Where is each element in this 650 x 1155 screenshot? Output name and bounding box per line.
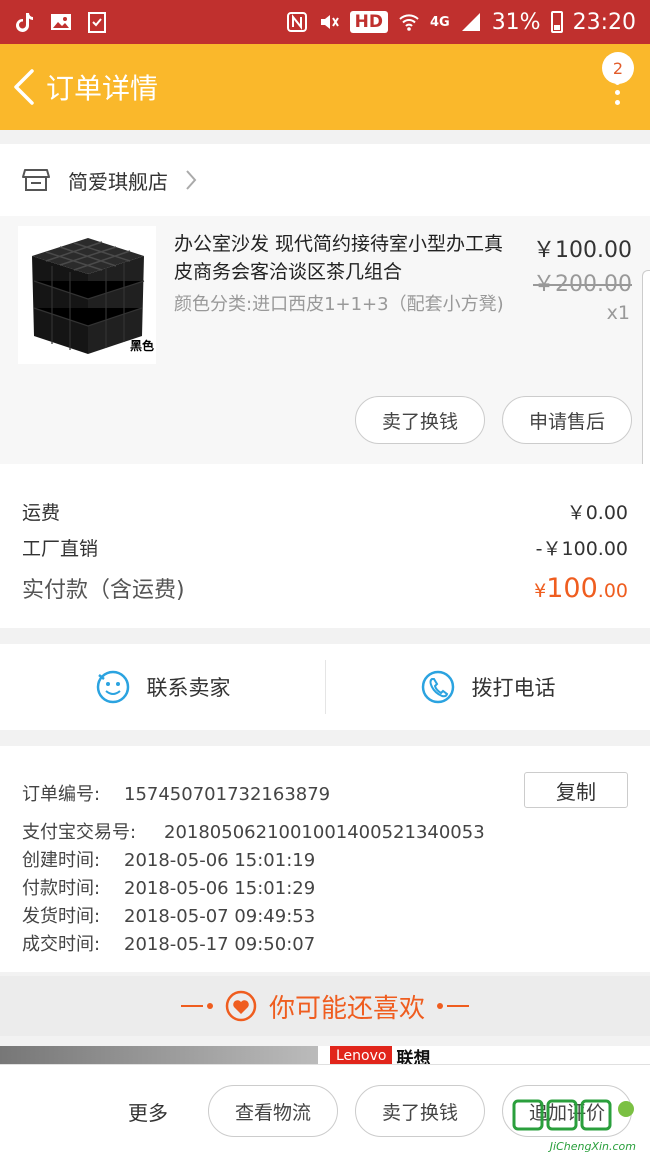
nfc-icon — [286, 12, 307, 32]
more-actions-link[interactable]: 更多 — [128, 1097, 168, 1126]
currency-symbol: ¥ — [534, 580, 547, 602]
alipay-number-row: 支付宝交易号: 2018050621001001400521340053 — [22, 818, 485, 844]
fee-summary: 运费 ￥0.00 工厂直销 -￥100.00 实付款（含运费) ¥100.00 — [0, 464, 650, 628]
sell-for-cash-bottom-button[interactable]: 卖了换钱 — [355, 1085, 485, 1137]
product-name: 办公室沙发 现代简约接待室小型办工真皮商务会客洽谈区茶几组合 — [174, 233, 504, 283]
contact-seller-label: 联系卖家 — [146, 676, 231, 700]
info-label: 创建时间: — [22, 850, 101, 871]
order-number-row: 订单编号: 157450701732163879 — [22, 780, 330, 806]
mute-icon — [320, 15, 339, 29]
info-value: 2018-05-06 15:01:19 — [124, 850, 316, 871]
recommend-title: 你可能还喜欢 — [268, 993, 425, 1024]
dot-icon — [614, 79, 620, 85]
paid-time-row: 付款时间: 2018-05-06 15:01:29 — [22, 874, 315, 900]
view-logistics-button[interactable]: 查看物流 — [208, 1085, 338, 1137]
shop-name: 简爱琪舰店 — [68, 169, 168, 194]
info-label: 成交时间: — [22, 934, 101, 955]
info-label: 支付宝交易号: — [22, 822, 137, 843]
recommend-header: 你可能还喜欢 — [0, 976, 650, 1036]
right-decor — [437, 1003, 469, 1009]
wifi-icon — [399, 14, 419, 31]
bottom-action-bar: 更多 查看物流 卖了换钱 追加评价 JiChengXin.com — [0, 1064, 650, 1155]
paid-amount: ¥100.00 — [534, 573, 628, 604]
clock: 23:20 — [572, 9, 636, 35]
completed-time-row: 成交时间: 2018-05-17 09:50:07 — [22, 930, 315, 956]
task-icon — [88, 12, 106, 33]
divider — [325, 660, 326, 714]
product-quantity: x1 — [606, 302, 630, 324]
shipped-time-row: 发货时间: 2018-05-07 09:49:53 — [22, 902, 315, 928]
call-phone-button[interactable]: 拨打电话 — [325, 644, 650, 730]
contact-seller-button[interactable]: 联系卖家 — [0, 644, 325, 730]
brand-banner[interactable]: Lenovo 联想 — [330, 1046, 430, 1069]
contact-bar: 联系卖家 拨打电话 — [0, 644, 650, 730]
shipping-row: 运费 ￥0.00 — [22, 498, 628, 525]
discount-row: 工厂直销 -￥100.00 — [22, 534, 628, 561]
gallery-icon — [51, 14, 71, 30]
info-value: 2018-05-07 09:49:53 — [124, 906, 316, 927]
paid-integer: 100 — [546, 573, 598, 604]
info-label: 订单编号: — [22, 784, 101, 805]
info-label: 付款时间: — [22, 878, 101, 899]
heart-icon — [225, 990, 257, 1022]
lenovo-logo: Lenovo — [330, 1046, 393, 1066]
dot-icon — [614, 99, 620, 105]
product-sku: 颜色分类:进口西皮1+1+3（配套小方凳) — [174, 294, 504, 315]
shipping-value: ￥0.00 — [566, 502, 628, 524]
signal-icon — [461, 13, 480, 31]
chevron-right-icon — [186, 170, 197, 190]
product-banner[interactable]: Lenovo 联想 — [0, 1046, 650, 1069]
product-price: ￥100.00 — [533, 238, 632, 263]
paid-label: 实付款（含运费) — [22, 578, 185, 603]
created-time-row: 创建时间: 2018-05-06 15:01:19 — [22, 846, 315, 872]
shop-row[interactable]: 简爱琪舰店 — [0, 144, 650, 216]
watermark-text: JiChengXin.com — [549, 1140, 636, 1153]
chat-smile-icon — [96, 670, 129, 704]
copy-button[interactable]: 复制 — [524, 772, 628, 808]
page-title: 订单详情 — [46, 72, 159, 105]
product-card[interactable]: 黑色 办公室沙发 现代简约接待室小型办工真皮商务会客洽谈区茶几组合 颜色分类:进… — [0, 216, 650, 464]
paid-row: 实付款（含运费) ¥100.00 — [22, 572, 628, 604]
back-button[interactable] — [2, 44, 46, 130]
call-phone-label: 拨打电话 — [471, 676, 556, 700]
dot-icon — [614, 89, 620, 95]
paid-decimal: .00 — [597, 580, 628, 602]
info-value: 2018-05-17 09:50:07 — [124, 934, 316, 955]
image-color-label: 黑色 — [129, 339, 154, 353]
info-value: 157450701732163879 — [124, 784, 331, 805]
info-value: 2018-05-06 15:01:29 — [124, 878, 316, 899]
product-original-price: ￥200.00 — [533, 272, 632, 297]
hd-badge: HD — [349, 11, 388, 33]
back-arrow-icon — [14, 69, 34, 105]
order-info: 订单编号: 157450701732163879 复制 支付宝交易号: 201805… — [0, 746, 650, 972]
scrollbar[interactable] — [642, 270, 650, 484]
product-image[interactable]: 黑色 — [18, 226, 156, 364]
discount-value: -￥100.00 — [535, 538, 628, 560]
after-sales-button[interactable]: 申请售后 — [502, 396, 632, 444]
battery-percent: 31% — [491, 9, 541, 35]
banner-image[interactable] — [0, 1046, 318, 1066]
phone-icon — [421, 670, 454, 704]
left-decor — [180, 1003, 213, 1009]
tiktok-icon — [16, 13, 33, 32]
battery-icon — [550, 11, 563, 33]
network-type: 4G — [429, 14, 450, 30]
status-bar: HD 4G 31% 23:20 — [0, 0, 650, 44]
shipping-label: 运费 — [22, 502, 61, 524]
discount-label: 工厂直销 — [22, 538, 99, 560]
info-label: 发货时间: — [22, 906, 101, 927]
store-icon — [22, 169, 50, 191]
sell-for-cash-button[interactable]: 卖了换钱 — [355, 396, 485, 444]
more-menu-button[interactable] — [604, 74, 630, 110]
info-value: 2018050621001001400521340053 — [164, 822, 485, 843]
header: 订单详情 2 — [0, 44, 650, 130]
